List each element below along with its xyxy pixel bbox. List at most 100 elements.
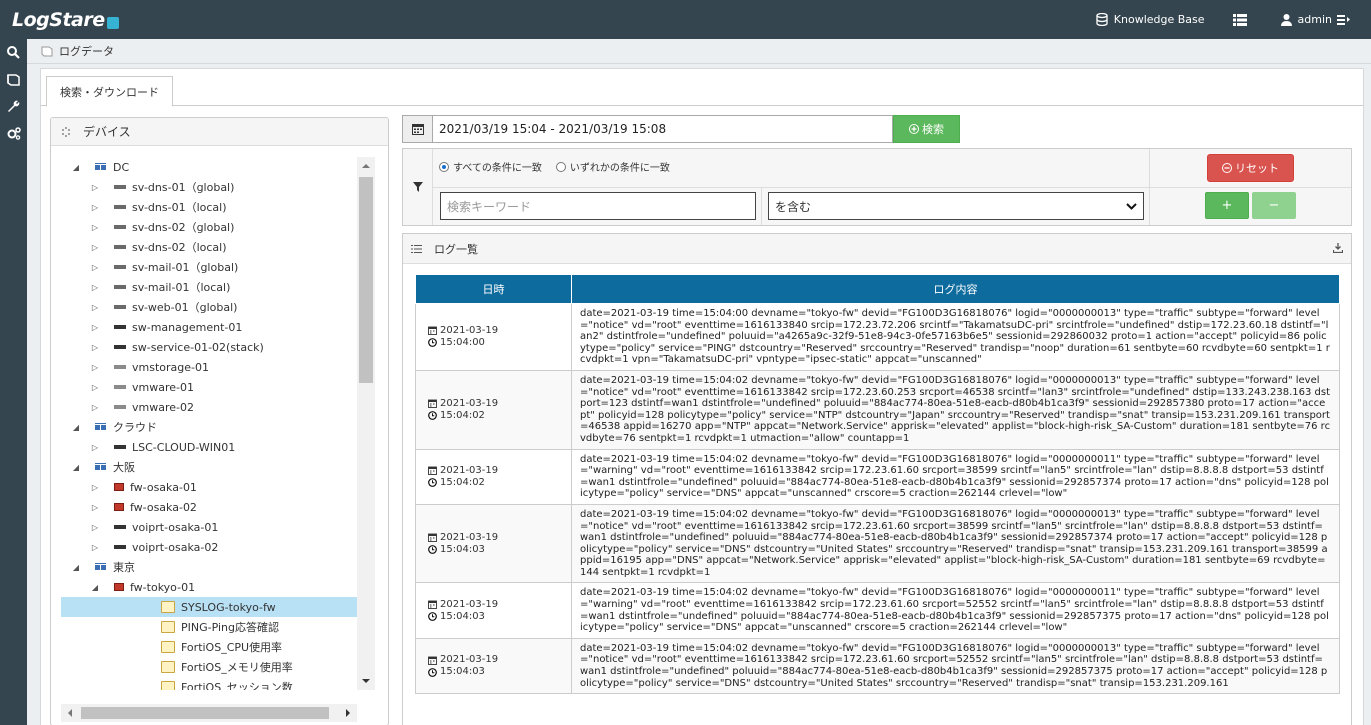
reset-button[interactable]: リセット	[1207, 154, 1294, 182]
tree-node[interactable]: ▷ sw-management-01	[61, 317, 357, 337]
operator-select[interactable]: を含む	[768, 192, 1144, 220]
tree-node[interactable]: ▷ sw-service-01-02(stack)	[61, 337, 357, 357]
date-addon[interactable]	[403, 116, 433, 142]
expand-toggle-icon[interactable]: ▷	[90, 523, 100, 532]
add-condition-button[interactable]: +	[1205, 192, 1249, 219]
column-header-datetime[interactable]: 日時	[415, 274, 572, 304]
expand-toggle-icon[interactable]: ▷	[90, 263, 100, 272]
collapse-toggle-icon[interactable]: ◢	[90, 583, 100, 592]
horizontal-scroll-thumb[interactable]	[81, 707, 329, 719]
list-menu-button[interactable]	[1219, 0, 1267, 39]
user-menu[interactable]: admin	[1267, 0, 1371, 39]
expand-toggle-icon[interactable]: ▷	[90, 323, 100, 332]
wrench-icon	[8, 100, 20, 112]
tree-node[interactable]: ▷ sv-dns-01（global)	[61, 177, 357, 197]
rail-tools-button[interactable]	[0, 93, 27, 120]
rail-settings-button[interactable]	[0, 120, 27, 147]
collapse-toggle-icon[interactable]: ◢	[71, 463, 81, 472]
tree-node[interactable]: FortiOS_セッション数	[61, 677, 357, 690]
app-logo[interactable]: LogStare	[12, 8, 119, 32]
download-icon[interactable]	[1333, 243, 1343, 253]
rail-search-button[interactable]	[0, 39, 27, 66]
tree-vertical-scrollbar[interactable]	[357, 157, 375, 690]
expand-toggle-icon[interactable]: ▷	[90, 483, 100, 492]
tree-node[interactable]: ▷ sv-dns-02（global)	[61, 217, 357, 237]
tab-search-download[interactable]: 検索・ダウンロード	[46, 76, 173, 107]
tree-node[interactable]: ▷ sv-mail-01（local)	[61, 277, 357, 297]
tree-node[interactable]: ◢ fw-tokyo-01	[61, 577, 357, 597]
expand-toggle-icon[interactable]: ▷	[90, 503, 100, 512]
scroll-up-icon[interactable]	[357, 157, 375, 175]
tree-node[interactable]: FortiOS_メモリ使用率	[61, 657, 357, 677]
rail-log-button[interactable]	[0, 66, 27, 93]
log-row[interactable]: 2021-03-19 15:04:02 date=2021-03-19 time=1…	[415, 448, 1340, 505]
tree-node[interactable]: ◢ クラウド	[61, 417, 357, 437]
log-row[interactable]: 2021-03-19 15:04:03 date=2021-03-19 time=1…	[415, 582, 1340, 639]
log-row[interactable]: 2021-03-19 15:04:03 date=2021-03-19 time=1…	[415, 637, 1340, 695]
user-icon	[1280, 13, 1292, 26]
tree-node[interactable]: ▷ vmstorage-01	[61, 357, 357, 377]
breadcrumb: ログデータ	[27, 39, 1371, 64]
collapse-toggle-icon[interactable]: ◢	[71, 563, 81, 572]
expand-toggle-icon[interactable]: ▷	[90, 223, 100, 232]
remove-condition-button[interactable]: −	[1252, 192, 1296, 219]
tree-node[interactable]: ▷ voiprt-osaka-01	[61, 517, 357, 537]
keyword-input[interactable]: 検索キーワード	[440, 192, 756, 220]
log-date: 2021-03-19	[440, 397, 499, 409]
tree-node[interactable]: ◢ DC	[61, 157, 357, 177]
expand-toggle-icon[interactable]: ▷	[90, 243, 100, 252]
tab-bar: 検索・ダウンロード	[41, 69, 1363, 107]
tree-node[interactable]: ▷ LSC-CLOUD-WIN01	[61, 437, 357, 457]
expand-toggle-icon[interactable]: ▷	[90, 183, 100, 192]
expand-toggle-icon[interactable]: ▷	[90, 203, 100, 212]
expand-toggle-icon[interactable]: ▷	[90, 443, 100, 452]
tree-node-label: sv-dns-01（local)	[132, 201, 227, 214]
match-all-label[interactable]: すべての条件に一致	[453, 159, 542, 174]
vertical-scroll-thumb[interactable]	[359, 177, 373, 383]
plus-circle-icon	[909, 124, 919, 134]
tree-node[interactable]: PING-Ping応答確認	[61, 617, 357, 637]
expand-toggle-icon[interactable]: ▷	[90, 403, 100, 412]
tree-node[interactable]: ▷ voiprt-osaka-02	[61, 537, 357, 557]
knowledge-base-link[interactable]: Knowledge Base	[1082, 0, 1219, 39]
log-row[interactable]: 2021-03-19 15:04:00 date=2021-03-19 time=1…	[415, 303, 1340, 371]
tree-node[interactable]: ▷ sv-dns-02（local)	[61, 237, 357, 257]
expand-toggle-icon[interactable]: ▷	[90, 283, 100, 292]
side-rail	[0, 39, 27, 725]
date-range-group: 2021/03/19 15:04 - 2021/03/19 15:08	[402, 115, 893, 143]
match-any-radio[interactable]	[555, 161, 566, 172]
search-button[interactable]: 検索	[893, 115, 960, 143]
expand-toggle-icon[interactable]: ▷	[90, 543, 100, 552]
log-row[interactable]: 2021-03-19 15:04:03 date=2021-03-19 time=1…	[415, 503, 1340, 584]
tree-node[interactable]: ▷ vmware-02	[61, 397, 357, 417]
server-icon	[114, 525, 126, 529]
expand-toggle-icon[interactable]: ▷	[90, 303, 100, 312]
tree-node[interactable]: ◢ 大阪	[61, 457, 357, 477]
scroll-down-icon[interactable]	[357, 672, 375, 690]
scroll-right-icon[interactable]	[339, 704, 357, 722]
tree-node[interactable]: FortiOS_CPU使用率	[61, 637, 357, 657]
tree-node[interactable]: ▷ sv-mail-01（global)	[61, 257, 357, 277]
tree-node-label: sv-mail-01（global)	[132, 261, 239, 274]
expand-toggle-icon[interactable]: ▷	[90, 383, 100, 392]
tree-node-label: sv-dns-01（global)	[132, 181, 235, 194]
tree-node[interactable]: ▷ fw-osaka-02	[61, 497, 357, 517]
tree-node[interactable]: ▷ fw-osaka-01	[61, 477, 357, 497]
tree-node[interactable]: SYSLOG-tokyo-fw	[61, 597, 357, 617]
expand-toggle-icon[interactable]: ▷	[90, 363, 100, 372]
tree-node[interactable]: ▷ sv-web-01（global)	[61, 297, 357, 317]
log-row[interactable]: 2021-03-19 15:04:02 date=2021-03-19 time=1…	[415, 369, 1340, 450]
date-range-input[interactable]: 2021/03/19 15:04 - 2021/03/19 15:08	[433, 116, 666, 142]
collapse-toggle-icon[interactable]: ◢	[71, 423, 81, 432]
column-header-content[interactable]: ログ内容	[571, 274, 1340, 304]
collapse-toggle-icon[interactable]: ◢	[71, 163, 81, 172]
tree-node[interactable]: ▷ sv-dns-01（local)	[61, 197, 357, 217]
match-all-radio[interactable]	[439, 161, 449, 172]
tree-node[interactable]: ▷ vmware-01	[61, 377, 357, 397]
tree-node[interactable]: ◢ 東京	[61, 557, 357, 577]
log-time: 15:04:02	[440, 409, 485, 421]
match-any-label[interactable]: いずれかの条件に一致	[570, 159, 670, 174]
scroll-left-icon[interactable]	[61, 704, 79, 722]
expand-toggle-icon[interactable]: ▷	[90, 343, 100, 352]
tree-horizontal-scrollbar[interactable]	[61, 704, 357, 722]
